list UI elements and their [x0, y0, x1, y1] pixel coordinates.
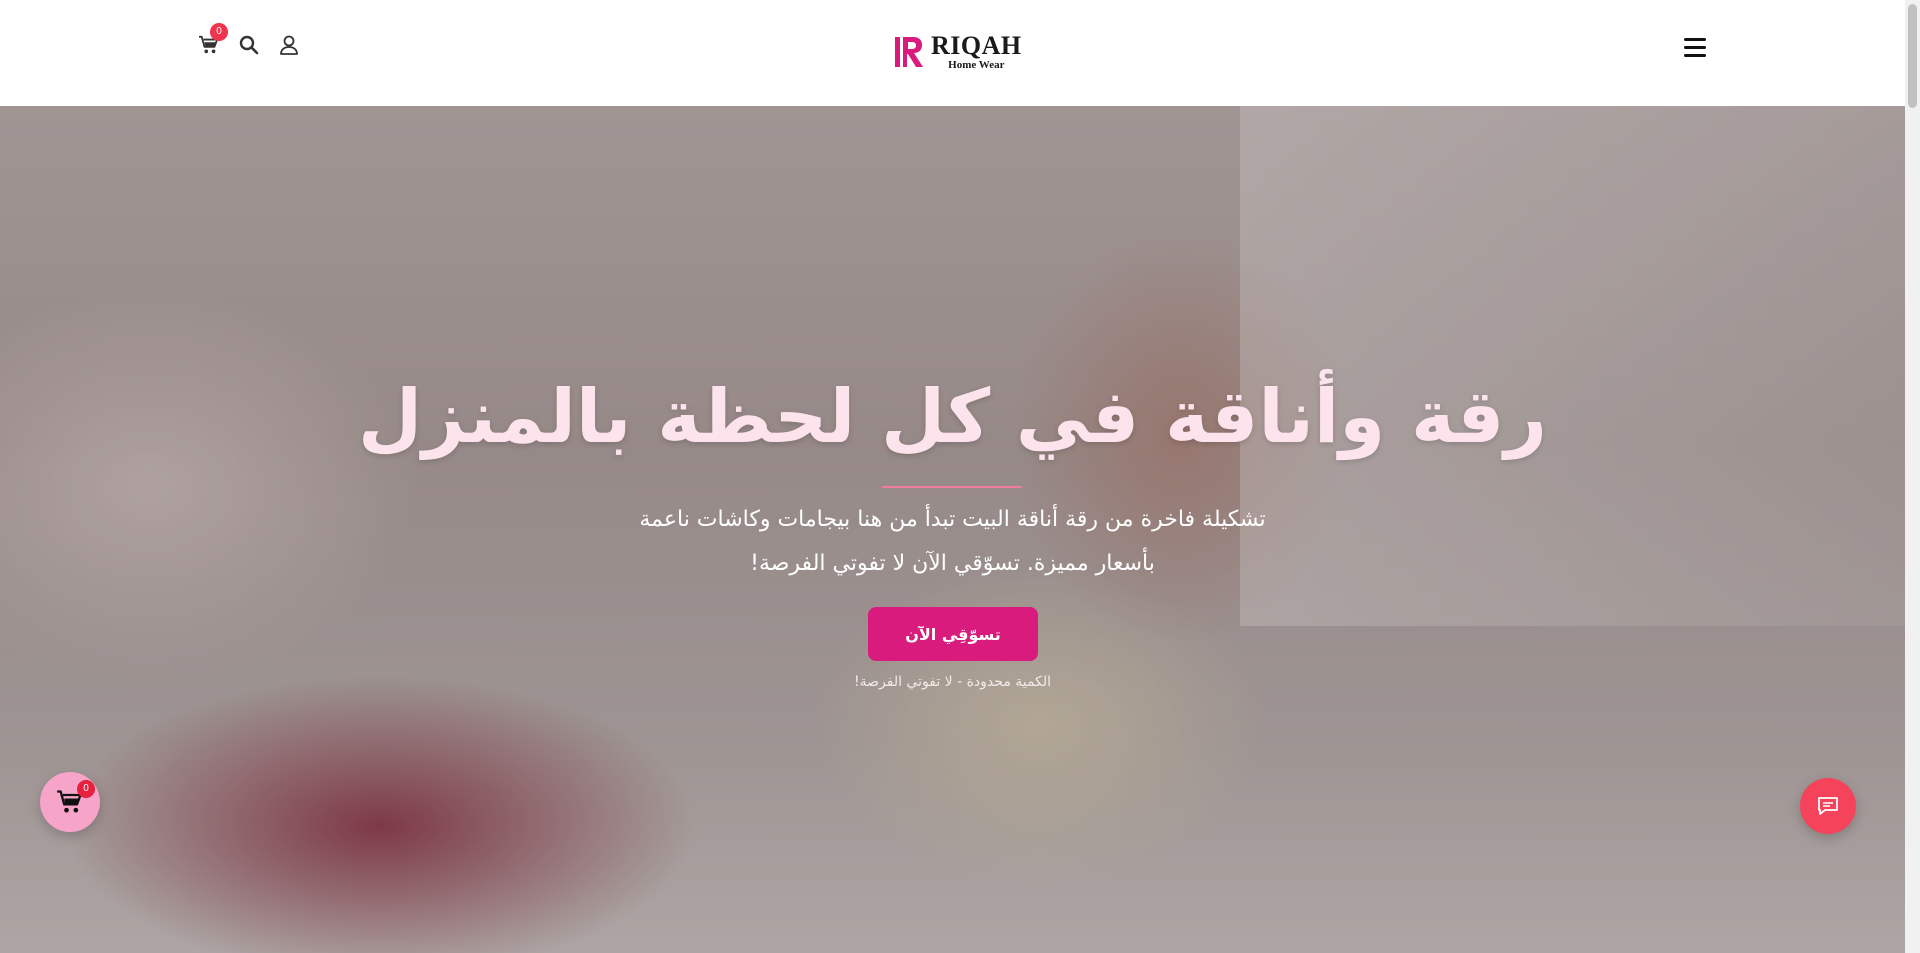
chat-icon: [1818, 797, 1838, 815]
hero-section: رقة وأناقة في كل لحظة بالمنزل تشكيلة فاخ…: [0, 106, 1905, 953]
floating-cart-button[interactable]: 0: [40, 772, 100, 832]
hero-title: رقة وأناقة في كل لحظة بالمنزل: [358, 374, 1547, 460]
limited-quantity-note: الكمية محدودة - لا تفوتي الفرصة!: [854, 674, 1051, 690]
hero-description: تشكيلة فاخرة من رقة أناقة البيت تبدأ من …: [560, 498, 1345, 586]
header-actions: 0: [196, 23, 302, 58]
search-icon: [239, 35, 259, 55]
cart-button[interactable]: 0: [196, 23, 228, 58]
hero-description-line-1: تشكيلة فاخرة من رقة أناقة البيت تبدأ من …: [639, 507, 1266, 532]
search-button[interactable]: [236, 32, 262, 58]
hero-divider: [882, 486, 1022, 488]
chat-button[interactable]: [1800, 778, 1856, 834]
brand-name: RIQAH: [931, 31, 1022, 60]
account-button[interactable]: [276, 32, 302, 58]
page-scrollbar[interactable]: [1905, 0, 1920, 953]
logo-text: RIQAH Home Wear: [931, 33, 1022, 71]
user-icon: [280, 35, 298, 55]
logo-mark-icon: [895, 37, 923, 67]
shop-now-button[interactable]: تسوّقِي الآن: [868, 607, 1038, 661]
brand-tagline: Home Wear: [948, 59, 1005, 71]
site-header: 0 RIQAH Home Wear: [0, 0, 1905, 106]
cart-count-badge: 0: [210, 23, 228, 41]
scrollbar-thumb[interactable]: [1908, 4, 1917, 108]
menu-button[interactable]: [1684, 38, 1706, 58]
site-logo[interactable]: RIQAH Home Wear: [893, 30, 1023, 74]
menu-icon: [1684, 38, 1706, 57]
hero-description-line-2: بأسعار مميزة. تسوّقي الآن لا تفوتي الفرص…: [750, 551, 1155, 576]
floating-cart-count-badge: 0: [77, 780, 95, 798]
